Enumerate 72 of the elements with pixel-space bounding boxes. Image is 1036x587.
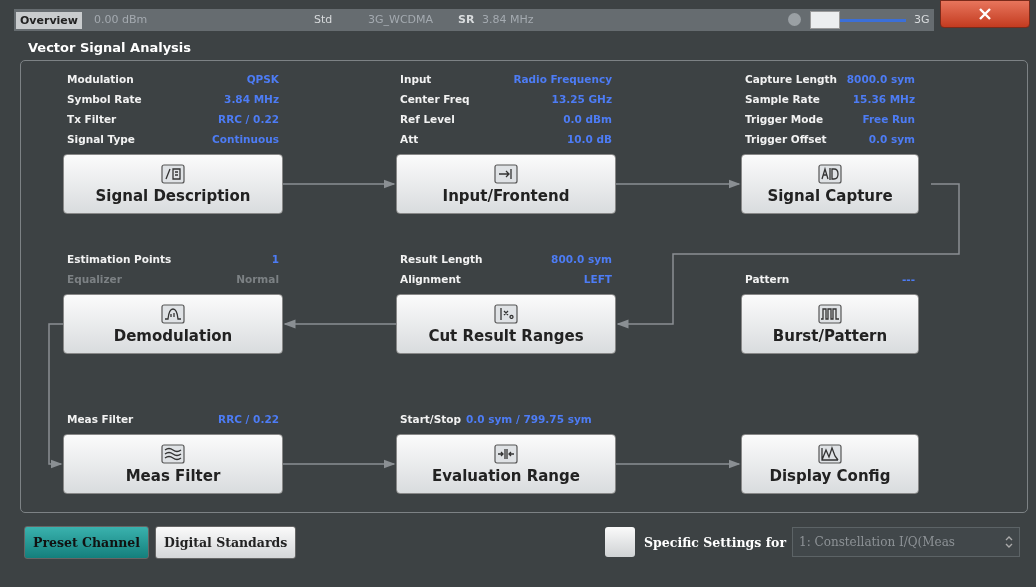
document-icon	[161, 163, 185, 184]
chart-icon	[818, 443, 842, 464]
parameter-label: Tx Filter	[67, 113, 117, 125]
close-button[interactable]	[940, 0, 1030, 28]
block-button[interactable]: Meas Filter	[63, 434, 283, 494]
block-button[interactable]: Signal Capture	[741, 154, 919, 214]
wave-icon	[161, 443, 185, 464]
parameter-value: 800.0 sym	[551, 253, 612, 265]
parameter-label: Center Freq	[400, 93, 470, 105]
checkbox-label: Specific Settings for	[644, 534, 786, 550]
parameter-value: 8000.0 sym	[846, 73, 915, 85]
overview-tab[interactable]: Overview	[16, 11, 82, 29]
spinner-icon	[1005, 536, 1013, 548]
parameter-label: Alignment	[400, 273, 461, 285]
status-text: 0.00 dBm	[94, 13, 148, 26]
block-button[interactable]: Burst/Pattern	[741, 294, 919, 354]
parameter-value: 3.84 MHz	[224, 93, 279, 105]
parameter-label: Input	[400, 73, 432, 85]
parameter-label: Symbol Rate	[67, 93, 142, 105]
scroll-bar[interactable]	[810, 10, 906, 30]
status-text: Std	[314, 13, 333, 26]
parameter-value: 0.0 sym / 799.75 sym	[466, 413, 592, 425]
parameter-value: RRC / 0.22	[218, 413, 279, 425]
parameter-label: Capture Length	[745, 73, 838, 85]
parameter-value: Radio Frequency	[513, 73, 612, 85]
block-button[interactable]: Evaluation Range	[396, 434, 616, 494]
block-button[interactable]: Demodulation	[63, 294, 283, 354]
parameter-label: Sample Rate	[745, 93, 820, 105]
parameter-label: Equalizer	[67, 273, 122, 285]
checkbox[interactable]	[605, 527, 636, 557]
parameter-value: Free Run	[862, 113, 915, 125]
parameter-label: Meas Filter	[67, 413, 134, 425]
parameter-label: Start/Stop	[400, 413, 461, 425]
parameter-label: Result Length	[400, 253, 483, 265]
parameter-label: Trigger Offset	[745, 133, 827, 145]
parameter-value: 1	[271, 253, 279, 265]
parameter-value: 13.25 GHz	[551, 93, 612, 105]
block-button[interactable]: Display Config	[741, 434, 919, 494]
parameter-value: RRC / 0.22	[218, 113, 279, 125]
status-text: 3G	[914, 13, 930, 26]
parameter-value: 0.0 dBm	[563, 113, 612, 125]
parameter-label: Modulation	[67, 73, 134, 85]
parameter-value: Normal	[236, 273, 279, 285]
ad-converter-icon	[818, 163, 842, 184]
parameter-value: Continuous	[212, 133, 279, 145]
range-icon	[494, 443, 518, 464]
parameter-label: Estimation Points	[67, 253, 172, 265]
dialog-title: Vector Signal Analysis	[28, 40, 193, 57]
parameter-value: ---	[901, 273, 915, 285]
footer-button[interactable]: Preset Channel	[24, 525, 150, 559]
status-led-icon	[788, 13, 801, 26]
block-button[interactable]: Signal Description	[63, 154, 283, 214]
parameter-label: Att	[400, 133, 419, 145]
parameter-value: 10.0 dB	[566, 133, 612, 145]
cut-icon	[494, 303, 518, 324]
status-text: 3.84 MHz	[482, 13, 534, 26]
parameter-value: 0.0 sym	[868, 133, 915, 145]
footer-button[interactable]: Digital Standards	[155, 525, 297, 559]
status-text: SR	[458, 13, 475, 26]
status-text: 3G_WCDMA	[368, 13, 434, 26]
parameter-value: LEFT	[583, 273, 612, 285]
parameter-value: 15.36 MHz	[852, 93, 915, 105]
block-button[interactable]: Cut Result Ranges	[396, 294, 616, 354]
parameter-label: Pattern	[745, 273, 790, 285]
parameter-label: Ref Level	[400, 113, 455, 125]
pulse-icon	[818, 303, 842, 324]
parameter-value: QPSK	[246, 73, 279, 85]
block-button[interactable]: Input/Frontend	[396, 154, 616, 214]
parameter-label: Signal Type	[67, 133, 135, 145]
filter-curve-icon	[161, 303, 185, 324]
close-icon	[978, 8, 992, 20]
parameter-label: Trigger Mode	[745, 113, 824, 125]
